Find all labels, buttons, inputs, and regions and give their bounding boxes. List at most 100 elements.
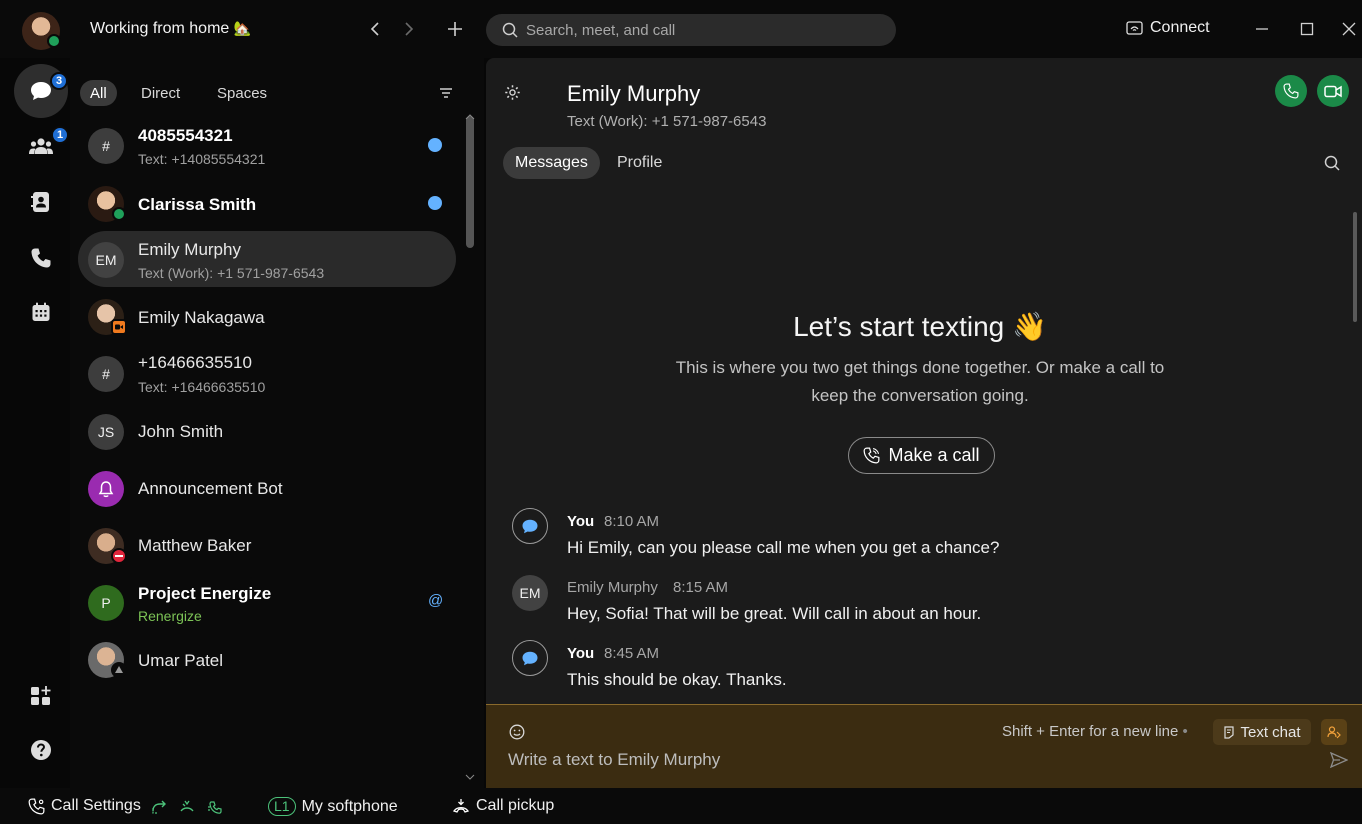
call-waiting-icon[interactable] [206,798,224,816]
search-placeholder: Search, meet, and call [526,21,676,39]
empty-state-line2: keep the conversation going. [811,386,1029,405]
list-item-matthew-baker[interactable] [78,518,456,574]
call-settings-button[interactable]: Call Settings [28,797,141,815]
space-avatar: P [88,585,124,621]
message-input[interactable]: Write a text to Emily Murphy [508,750,720,770]
space-name: Project Energize [138,584,272,603]
my-avatar [512,640,548,676]
composer [486,704,1362,788]
people-group-icon [29,138,53,154]
add-apps-nav[interactable] [15,674,67,718]
softphone-line[interactable]: L1 My softphone [268,797,398,816]
filter-all[interactable]: All [80,80,117,106]
contact-name: Emily Nakagawa [138,308,265,327]
status-title[interactable]: Working from home 🏡 [90,20,251,38]
tab-messages[interactable]: Messages [503,147,600,179]
phone-settings-icon [28,798,45,814]
tab-profile[interactable]: Profile [605,147,674,179]
mention-indicator: @ [428,592,444,609]
emoji-icon[interactable] [507,722,527,742]
filter-spaces[interactable]: Spaces [207,80,277,106]
teams-badge: 1 [51,126,69,144]
chat-bubble-icon [522,519,538,533]
search-messages-icon[interactable] [1322,153,1342,173]
list-item-clarissa-smith[interactable] [78,176,456,232]
contacts-nav[interactable] [15,180,67,224]
close-icon[interactable] [1338,18,1360,40]
message-text: Hi Emily, can you please call me when yo… [567,538,1000,557]
apps-grid-icon [31,686,51,705]
contact-name: Announcement Bot [138,479,283,498]
message-time: 8:10 AM [604,513,660,530]
contact-subtitle: Text: +16466635510 [138,379,266,395]
help-question-icon [31,740,51,760]
new-plus-icon[interactable] [444,18,466,40]
scroll-up-icon[interactable] [463,112,477,122]
presence-in-meeting-icon [111,319,127,335]
contact-avatar: JS [88,414,124,450]
settings-gear-icon[interactable] [502,82,522,102]
text-chat-button[interactable]: Text chat [1213,719,1311,745]
message-sender: You [567,513,595,530]
audio-call-button[interactable] [1275,75,1307,107]
status-footer [0,788,1362,824]
help-nav[interactable] [15,728,67,772]
unread-dot [428,138,442,152]
contact-name: Emily Murphy [138,240,241,259]
contact-name: John Smith [138,422,224,441]
list-item-umar-patel[interactable] [78,632,456,688]
contact-name: 4085554321 [138,126,233,145]
contact-picker-icon[interactable] [1321,719,1347,745]
list-item-emily-nakagawa[interactable] [78,289,456,345]
maximize-icon[interactable] [1296,18,1318,40]
contacts-book-icon [31,192,49,212]
message-text: Hey, Sofia! That will be great. Will cal… [567,604,982,623]
calling-nav[interactable] [15,236,67,280]
search-input[interactable]: Search, meet, and call [486,14,896,46]
connect-button[interactable]: Connect [1126,19,1210,37]
filter-direct[interactable]: Direct [131,80,190,106]
make-call-button[interactable]: Make a call [848,437,995,474]
call-forward-icon[interactable] [150,798,168,816]
presence-available-icon [112,207,126,221]
sender-avatar: EM [512,575,548,611]
contact-name: Matthew Baker [138,536,252,555]
presence-do-not-disturb-icon [111,548,127,564]
minimize-icon[interactable] [1251,18,1273,40]
message-text: This should be okay. Thanks. [567,670,787,689]
call-pickup-status-icon[interactable] [178,798,196,816]
contact-name: +16466635510 [138,353,252,372]
empty-state-line1: This is where you two get things done to… [675,358,1165,377]
send-icon[interactable] [1328,749,1350,771]
contact-avatar: EM [88,242,124,278]
conversation-subtitle: Text (Work): +1 571-987-6543 [567,113,767,130]
video-camera-icon [1324,85,1342,97]
connect-icon [1126,21,1143,35]
scroll-down-icon[interactable] [463,772,477,782]
list-item-16466635510[interactable] [78,346,456,402]
messages-scrollbar[interactable] [1352,190,1358,700]
call-pickup-icon [452,799,470,813]
list-item-john-smith[interactable] [78,404,456,460]
presence-away-icon [111,662,127,678]
presence-available-icon [47,34,61,48]
my-avatar [512,508,548,544]
back-arrow-icon[interactable] [364,18,386,40]
message-time: 8:15 AM [673,579,729,596]
call-pickup-button[interactable]: Call pickup [452,797,554,815]
video-call-button[interactable] [1317,75,1349,107]
unread-dot [428,196,442,210]
list-item-4085554321[interactable] [78,118,456,174]
list-scrollbar[interactable] [466,116,474,248]
calendar-nav[interactable] [15,290,67,334]
composer-hint: Shift + Enter for a new line • [1002,723,1188,740]
message-sender: You [567,645,595,662]
contact-subtitle: Text: +14085554321 [138,151,266,167]
chat-bubble-icon [522,651,538,665]
conversation-title: Emily Murphy [567,81,701,106]
filter-menu-icon[interactable] [437,84,455,102]
forward-arrow-icon[interactable] [398,18,420,40]
phone-icon [1283,83,1299,99]
calendar-icon [32,302,50,321]
message-time: 8:45 AM [604,645,660,662]
